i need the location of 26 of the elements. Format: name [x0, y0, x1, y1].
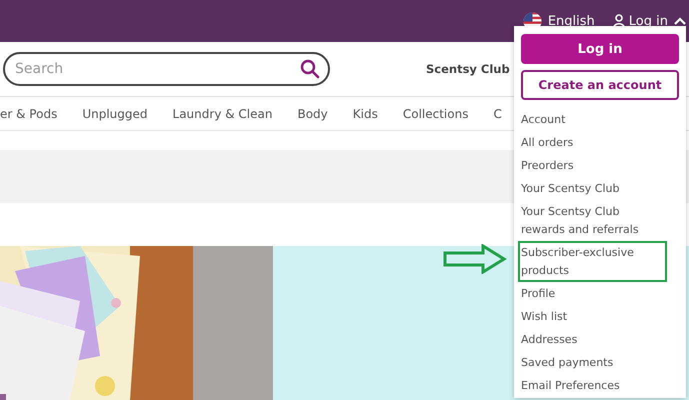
menu-item[interactable]: Profile [518, 282, 667, 305]
menu-item[interactable]: Addresses [518, 328, 667, 351]
nav-link[interactable]: Kids [352, 106, 378, 120]
menu-item[interactable]: Your Scentsy Club rewards and referrals [518, 200, 667, 241]
caret-icon[interactable] [674, 17, 686, 25]
nav-link[interactable]: C [493, 106, 502, 120]
menu-item[interactable]: Preorders [518, 154, 667, 177]
menu-item[interactable]: Account [518, 108, 667, 131]
menu-item[interactable]: Subscriber-exclusive products [518, 241, 667, 282]
header-link[interactable]: Scentsy Club [426, 62, 510, 76]
create-account-button[interactable]: Create an account [521, 70, 679, 100]
nav-link[interactable]: Collections [402, 106, 468, 120]
menu-item[interactable]: All orders [518, 131, 667, 154]
menu-item[interactable]: Your Scentsy Club [518, 177, 667, 200]
nav-link[interactable]: Unplugged [82, 106, 148, 120]
nav-link[interactable]: er & Pods [0, 106, 58, 120]
arrow-annotation [443, 244, 507, 274]
search-field[interactable]: Search [3, 52, 330, 86]
menu-item[interactable]: Wish list [518, 305, 667, 328]
login-button[interactable]: Log in [521, 34, 679, 64]
nav-link[interactable]: Body [297, 106, 328, 120]
language-link[interactable]: English [548, 14, 595, 28]
nav-link[interactable]: Laundry & Clean [172, 106, 272, 120]
menu-item[interactable]: Saved payments [518, 351, 667, 374]
menu-item[interactable]: Email Preferences [518, 374, 667, 397]
search-icon[interactable] [300, 59, 320, 79]
